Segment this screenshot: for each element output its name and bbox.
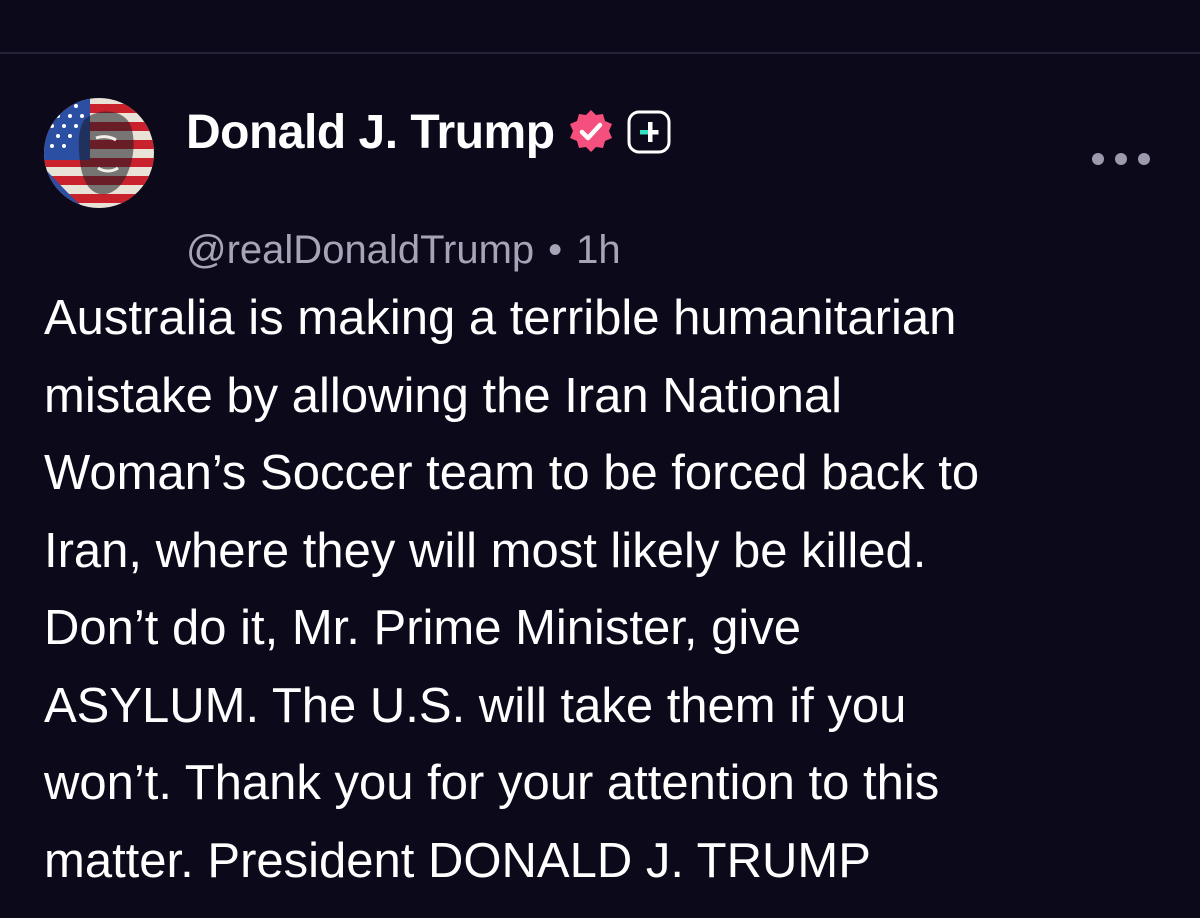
post-text-line: Woman’s Soccer team to be forced back to xyxy=(44,446,980,500)
post-text-line: Don’t do it, Mr. Prime Minister, give xyxy=(44,601,802,655)
post-text-line: Iran, where they will most likely be kil… xyxy=(44,523,927,578)
post-text-line: mistake by allowing the Iran National xyxy=(44,368,843,423)
author-avatar[interactable] xyxy=(44,98,154,208)
more-dot xyxy=(1092,153,1104,165)
avatar-image xyxy=(44,98,154,208)
plus-badge-icon[interactable] xyxy=(627,110,671,154)
post-text-line: matter. President DONALD J. TRUMP xyxy=(44,833,871,888)
post-timestamp[interactable]: 1h xyxy=(576,228,621,273)
post-text-line: ASYLUM. The U.S. will take them if you xyxy=(44,678,907,733)
verified-badge-icon xyxy=(567,108,615,156)
author-handle[interactable]: @realDonaldTrump xyxy=(186,228,534,273)
post-text-line: won’t. Thank you for your attention to t… xyxy=(44,756,940,810)
author-name-row: Donald J. Trump xyxy=(186,102,671,162)
more-dot xyxy=(1138,153,1150,165)
meta-separator: • xyxy=(548,227,563,272)
post-text-line: Australia is making a terrible humanitar… xyxy=(44,291,957,345)
post-card: Donald J. Trump @realDonaldTrump • 1h Au… xyxy=(0,54,1200,918)
more-dot xyxy=(1115,153,1127,165)
post-body-text: Australia is making a terrible humanitar… xyxy=(44,280,1174,900)
author-display-name[interactable]: Donald J. Trump xyxy=(186,105,555,160)
author-meta-row: @realDonaldTrump • 1h xyxy=(186,222,621,278)
more-options-icon[interactable] xyxy=(1092,146,1150,172)
